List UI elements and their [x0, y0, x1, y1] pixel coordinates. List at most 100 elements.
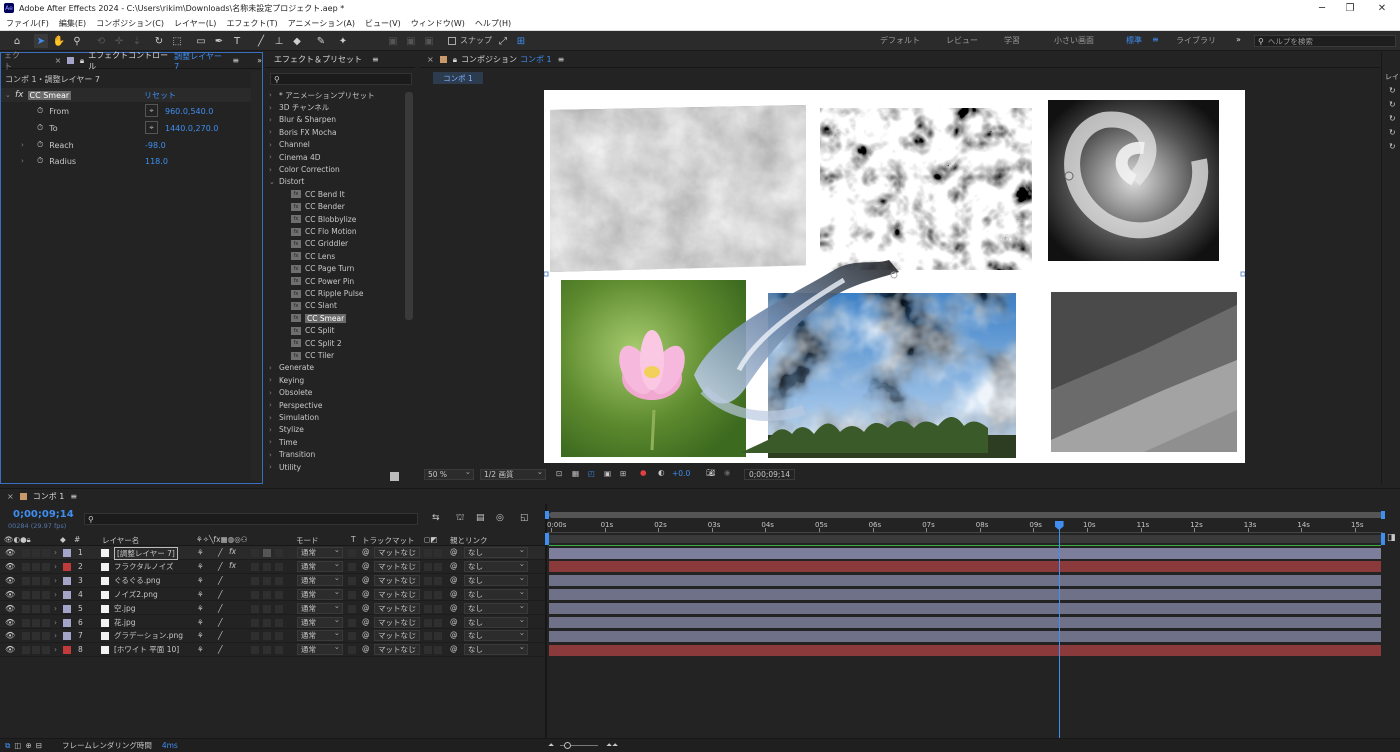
effect-category[interactable]: › Perspective [265, 399, 322, 411]
fx-icon[interactable]: fx [15, 90, 24, 100]
audio-icon[interactable]: ↻ [1389, 100, 1396, 109]
align-left-icon[interactable]: ▣ [386, 34, 400, 48]
menu-effect[interactable]: エフェクト(T) [226, 18, 277, 29]
timeline-timecode[interactable]: 0;00;09;14 [13, 509, 74, 520]
crosshair-icon[interactable]: ⌖ [145, 121, 158, 134]
panel-menu-icon[interactable]: ≡ [372, 55, 379, 64]
align-center-icon[interactable]: ▣ [404, 34, 418, 48]
work-area-bar[interactable] [549, 535, 1381, 543]
effect-category[interactable]: › Simulation [265, 411, 319, 423]
zoom-in-icon[interactable]: ⏶⏶ [606, 740, 618, 750]
time-ruler[interactable]: 0:00s 01s 02s 03s 04s 05s 06s 07s 08s 09s 10s 11s 12… [547, 519, 1383, 533]
crosshair-icon[interactable]: ⌖ [145, 104, 158, 117]
reset-link[interactable]: リセット [144, 90, 176, 101]
panel-menu-icon[interactable]: ≡ [232, 56, 239, 65]
effect-category[interactable]: › Cinema 4D [265, 151, 321, 163]
work-area-end[interactable] [1381, 533, 1385, 545]
more-workspaces-icon[interactable]: » [1236, 35, 1241, 44]
effect-item[interactable]: fx CC Bender [265, 201, 345, 213]
align-panel-icon[interactable]: ↻ [1389, 142, 1396, 151]
effect-item[interactable]: fx CC Flo Motion [265, 225, 357, 237]
zoom-tool-icon[interactable]: ⚲ [70, 34, 84, 48]
roto-brush-tool-icon[interactable]: ✎ [314, 34, 328, 48]
character-icon[interactable]: ↻ [1389, 114, 1396, 123]
expand-icon[interactable]: › [21, 157, 31, 165]
composition-tab-name[interactable]: コンポ 1 [520, 54, 552, 65]
param-value[interactable]: 960.0,540.0 [165, 107, 213, 116]
param-value[interactable]: 1440.0,270.0 [165, 124, 218, 133]
maximize-button[interactable]: ❐ [1332, 0, 1368, 16]
effect-item[interactable]: fx CC Lens [265, 250, 335, 262]
panel-menu-icon[interactable]: ≡ [558, 55, 565, 64]
effect-category-distort[interactable]: ⌄ Distort [265, 176, 304, 188]
effect-item[interactable]: fx CC Page Turn [265, 263, 354, 275]
effect-item[interactable]: fx CC Split [265, 325, 335, 337]
dolly-tool-icon[interactable]: ⇣ [130, 34, 144, 48]
stopwatch-icon[interactable]: ⏱︎ [37, 140, 43, 150]
expand-icon[interactable]: › [21, 141, 31, 149]
composition-tab-label[interactable]: コンポジション [461, 54, 517, 65]
effect-category[interactable]: › Color Correction [265, 163, 340, 175]
type-tool-icon[interactable]: T [230, 34, 244, 48]
close-tab-icon[interactable]: × [7, 492, 14, 501]
effect-controls-tab-label[interactable]: エフェクトコントロール [88, 50, 171, 72]
workspace-learn[interactable]: 学習 [1004, 35, 1020, 46]
draft-3d-icon[interactable]: ⛫ [456, 513, 464, 524]
layer-duration-bar[interactable] [549, 575, 1381, 587]
mode-header[interactable]: モード [296, 535, 319, 546]
help-search-input[interactable]: ヘルプを検索 [1268, 36, 1313, 47]
shy-layers-icon[interactable]: ▤ [476, 513, 485, 523]
pan-tool-icon[interactable]: ✛ [112, 34, 126, 48]
zoom-slider-knob[interactable] [564, 742, 571, 749]
effect-category[interactable]: › Boris FX Mocha [265, 126, 337, 138]
layer-switches-toggle-icon[interactable]: ⧉ [5, 741, 10, 751]
zoom-out-icon[interactable]: ⏶ [548, 740, 554, 750]
layer-duration-bar[interactable] [549, 644, 1381, 656]
lock-icon[interactable]: 🔒︎ [453, 55, 457, 65]
lock-icon[interactable]: 🔒︎ [80, 56, 84, 66]
workspace-standard[interactable]: 標準 [1126, 35, 1142, 46]
menu-view[interactable]: ビュー(V) [365, 18, 401, 29]
snap-options-icon[interactable]: ⤢ [496, 34, 510, 48]
menu-help[interactable]: ヘルプ(H) [475, 18, 511, 29]
orbit-tool-icon[interactable]: ⟲ [94, 34, 108, 48]
scrollbar[interactable] [251, 71, 261, 481]
layer-search[interactable]: ⚲ [84, 513, 418, 525]
snap-features-icon[interactable]: ⊞ [514, 34, 528, 48]
effect-item[interactable]: fx CC Tiler [265, 349, 334, 361]
param-value[interactable]: 118.0 [145, 157, 168, 166]
puppet-tool-icon[interactable]: ✦ [336, 34, 350, 48]
rectangle-tool-icon[interactable]: ▭ [194, 34, 208, 48]
stopwatch-icon[interactable]: ⏱︎ [37, 106, 43, 116]
effect-item[interactable]: fx CC Power Pin [265, 275, 354, 287]
preview-icon[interactable]: ↻ [1389, 86, 1396, 95]
project-tab-fragment[interactable]: ェクト [4, 50, 27, 72]
transparency-grid-icon[interactable]: ▦ [572, 469, 579, 478]
close-tab-icon[interactable]: × [55, 56, 62, 65]
align-right-icon[interactable]: ▣ [422, 34, 436, 48]
eraser-tool-icon[interactable]: ◆ [290, 34, 304, 48]
param-value[interactable]: -98.0 [145, 141, 166, 150]
effect-item[interactable]: fx CC Griddler [265, 238, 348, 250]
comp-marker-bin-icon[interactable]: ◨ [1387, 533, 1396, 543]
layer-duration-bar[interactable] [549, 561, 1381, 573]
menu-window[interactable]: ウィンドウ(W) [411, 18, 465, 29]
brush-tool-icon[interactable]: ╱ [254, 34, 268, 48]
effect-item[interactable]: fx CC Slant [265, 300, 337, 312]
home-icon[interactable]: ⌂ [10, 34, 24, 48]
comp-subtab[interactable]: コンポ 1 [433, 72, 483, 84]
effect-name[interactable]: CC Smear [27, 90, 72, 100]
show-snapshot-icon[interactable]: ◉ [724, 468, 731, 477]
effect-category[interactable]: › Transition [265, 449, 315, 461]
snap-checkbox[interactable] [448, 37, 456, 45]
close-button[interactable]: ✕ [1364, 0, 1400, 16]
transfer-controls-toggle-icon[interactable]: ◫ [14, 741, 21, 750]
layer-duration-bar[interactable] [549, 547, 1381, 559]
playhead[interactable] [1054, 521, 1064, 739]
comp-canvas[interactable] [544, 90, 1245, 463]
navigator-end-handle[interactable] [1381, 511, 1385, 519]
effect-category[interactable]: › * アニメーションプリセット [265, 89, 375, 101]
panel-menu-icon[interactable]: ≡ [70, 492, 77, 501]
anchor-tool-icon[interactable]: ⬚ [170, 34, 184, 48]
effects-search[interactable]: ⚲ [270, 73, 412, 85]
